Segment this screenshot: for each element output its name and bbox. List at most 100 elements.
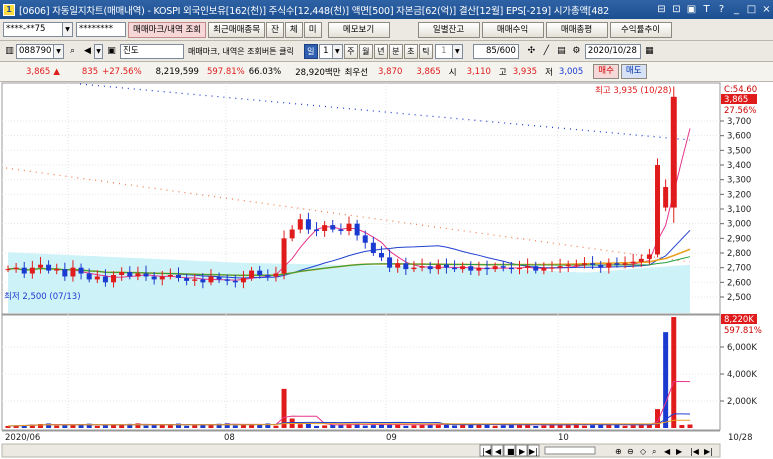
candle-body — [362, 235, 368, 243]
candle-body — [167, 275, 173, 277]
volume-bar — [54, 425, 60, 428]
chart-scrollbar[interactable] — [1, 443, 721, 458]
volume-bar — [370, 425, 376, 428]
volume-axis-labels: 6,000K 4,000K 2,000K — [727, 343, 757, 407]
change-rate: +27.56% — [102, 66, 142, 77]
candle-body — [646, 254, 652, 259]
candle-body — [517, 267, 522, 270]
tick-dropdown-icon[interactable]: ▼ — [452, 43, 463, 59]
balance-button[interactable]: 잔 — [266, 21, 284, 38]
window-icon-3[interactable]: ▣ — [685, 3, 698, 16]
volume-axis-label: 4,000K — [727, 370, 757, 380]
minimize-icon[interactable]: _ — [730, 3, 743, 16]
scroll-prev-icon: ◀ — [495, 447, 502, 456]
memo-view-button[interactable]: 메모보기 — [327, 21, 390, 38]
candle-body — [346, 223, 352, 231]
calendar-icon[interactable]: ▦ — [643, 45, 656, 58]
candle-body — [192, 279, 198, 281]
candle-body — [443, 264, 449, 268]
period-monthly-button[interactable]: 월 — [358, 43, 373, 59]
candle-body — [208, 276, 214, 283]
unexecuted-button[interactable]: 미 — [303, 21, 322, 38]
line-tool-icon[interactable]: ╱ — [540, 45, 553, 58]
candle-body — [135, 273, 141, 277]
data-count-field[interactable]: 85/600 — [472, 43, 519, 59]
return-trend-button[interactable]: 수익률추이 — [609, 21, 672, 38]
period-minute-button[interactable]: 분 — [388, 43, 403, 59]
search-chart-icon[interactable]: ⌕ — [652, 447, 656, 456]
search-icon[interactable]: ⌕ — [66, 45, 79, 58]
period-yearly-button[interactable]: 년 — [373, 43, 388, 59]
candle-body — [54, 269, 60, 271]
speaker-dropdown-icon[interactable]: ▼ — [94, 43, 103, 59]
volume-bar — [541, 425, 547, 428]
candle-body — [427, 266, 433, 270]
code-dropdown-icon[interactable]: ▼ — [54, 43, 64, 59]
candle-body — [541, 267, 547, 271]
price-axis-label: 3,200 — [727, 190, 751, 200]
zoom-out-icon[interactable]: ⊖ — [627, 447, 634, 456]
period-daily-button[interactable]: 일 — [303, 43, 318, 59]
gear-icon[interactable]: ⚙ — [570, 45, 583, 58]
candle-body — [590, 263, 596, 265]
left-icon[interactable]: ◀ — [664, 447, 671, 456]
tick-number-field[interactable]: 1 — [434, 43, 453, 59]
candle-body — [573, 264, 579, 266]
account-dropdown-icon[interactable]: ▼ — [63, 22, 73, 37]
volume-bar — [151, 425, 157, 428]
volume-bar — [143, 425, 149, 428]
period-second-button[interactable]: 초 — [403, 43, 418, 59]
stock-code-field[interactable]: 088790 — [16, 43, 54, 59]
account-field[interactable]: ****-**75 — [3, 22, 63, 37]
period-tick-button[interactable]: 틱 — [418, 43, 433, 59]
left-end-icon[interactable]: |◀ — [690, 447, 700, 456]
period-dropdown-icon[interactable]: ▼ — [332, 43, 343, 59]
candle-body — [13, 267, 19, 270]
sell-button[interactable]: 매도 — [620, 64, 647, 79]
executed-button[interactable]: 체 — [284, 21, 303, 38]
candle-body — [533, 266, 539, 271]
speaker-icon[interactable]: ◀ — [81, 45, 94, 58]
password-field[interactable]: ******** — [76, 22, 126, 37]
period-weekly-button[interactable]: 주 — [343, 43, 358, 59]
right-end-icon[interactable]: ▶| — [704, 447, 713, 456]
volume-bar — [102, 425, 108, 428]
trade-profit-button[interactable]: 매매수익 — [481, 21, 544, 38]
buy-button[interactable]: 매수 — [593, 64, 619, 79]
help-icon[interactable]: ? — [715, 3, 728, 16]
candle-body — [452, 267, 458, 270]
price-axis-label: 3,500 — [727, 146, 751, 156]
trade-review-button[interactable]: 매매총평 — [545, 21, 608, 38]
volume-bar — [590, 425, 596, 428]
scroll-thumb[interactable] — [544, 446, 596, 455]
maximize-icon[interactable]: □ — [745, 3, 758, 16]
panel-icon[interactable]: ▥ — [3, 45, 16, 58]
indicator-icon[interactable]: ✣ — [525, 45, 538, 58]
candle-body — [622, 263, 628, 265]
date-field[interactable]: 2020/10/28 — [584, 43, 641, 59]
window-icon-2[interactable]: ⊡ — [670, 3, 683, 16]
save-icon[interactable]: ▤ — [555, 45, 568, 58]
candle-body — [395, 263, 401, 268]
font-icon[interactable]: T — [700, 3, 713, 16]
recent-trade-stocks-button[interactable]: 최근매매종목 — [208, 21, 266, 38]
volume-bar — [240, 424, 246, 428]
window-icon-1[interactable]: ⊟ — [655, 3, 668, 16]
volume-bar — [273, 425, 279, 428]
zoom-in-icon[interactable]: ⊕ — [615, 447, 622, 456]
stock-name-field[interactable]: 진도 — [120, 43, 184, 59]
period-number-field[interactable]: 1 — [318, 43, 333, 59]
candle-body — [663, 187, 669, 208]
chart-canvas[interactable]: 최고 3,935 (10/28) 최저 2,500 (07/13) 3,7003… — [0, 82, 773, 459]
volume-bar — [452, 425, 458, 428]
chart-area[interactable]: 최고 3,935 (10/28) 최저 2,500 (07/13) 3,700 3… — [0, 82, 773, 459]
fit-icon[interactable]: ◇ — [640, 447, 647, 456]
daily-balance-button[interactable]: 일별잔고 — [417, 21, 480, 38]
lock-icon[interactable]: ▣ — [105, 45, 118, 58]
volume-bar — [500, 425, 506, 428]
right-icon[interactable]: ▶ — [676, 447, 683, 456]
close-icon[interactable]: × — [760, 3, 773, 16]
price-axis-label: 2,800 — [727, 249, 751, 259]
trade-mark-query-button[interactable]: 매매마크/내역 조회 — [128, 21, 207, 38]
candle-body — [143, 273, 149, 277]
